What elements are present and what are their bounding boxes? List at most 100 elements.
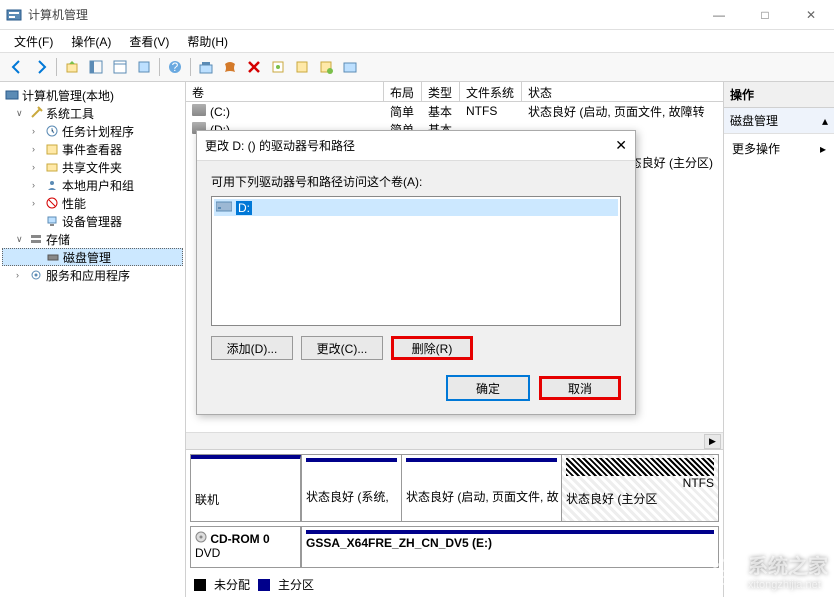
tree-label: 系统工具 — [46, 105, 94, 122]
menu-help[interactable]: 帮助(H) — [179, 31, 236, 52]
storage-icon — [28, 231, 44, 247]
tree-local-users[interactable]: ›本地用户和组 — [2, 176, 183, 194]
tree-label: 服务和应用程序 — [46, 267, 130, 284]
close-button[interactable]: ✕ — [788, 0, 834, 30]
volume-type: 基本 — [422, 103, 460, 120]
navigation-tree[interactable]: 计算机管理(本地) ∨ 系统工具 › 任务计划程序 › 事件查看器 › 共享文件夹 ›… — [0, 82, 186, 597]
expand-icon[interactable]: › — [32, 126, 42, 136]
legend-swatch-unalloc — [194, 579, 206, 591]
settings-button[interactable] — [219, 56, 241, 78]
clock-icon — [44, 123, 60, 139]
col-volume[interactable]: 卷 — [186, 82, 384, 101]
tree-device-manager[interactable]: 设备管理器 — [2, 212, 183, 230]
partition[interactable]: 状态良好 (启动, 页面文件, 故 — [401, 455, 561, 521]
disk-row[interactable]: 联机 状态良好 (系统, 状态良好 (启动, 页面文件, 故 NTFS状态良好 … — [190, 454, 719, 522]
back-button[interactable] — [6, 56, 28, 78]
actions-disk-mgmt[interactable]: 磁盘管理 ▴ — [724, 108, 834, 134]
minimize-button[interactable]: — — [696, 0, 742, 30]
expand-icon[interactable]: › — [32, 198, 42, 208]
dialog-close-button[interactable]: ✕ — [597, 137, 627, 154]
delete-button[interactable] — [243, 56, 265, 78]
col-type[interactable]: 类型 — [422, 82, 460, 101]
scroll-right-button[interactable]: ▶ — [704, 434, 721, 449]
collapse-icon[interactable]: ∨ — [16, 108, 26, 119]
refresh-button[interactable] — [195, 56, 217, 78]
cdrom-partition[interactable]: GSSA_X64FRE_ZH_CN_DV5 (E:) — [301, 527, 718, 567]
remove-button[interactable]: 删除(R) — [391, 336, 473, 360]
add-button[interactable]: 添加(D)... — [211, 336, 293, 360]
disk-icon — [45, 249, 61, 265]
cdrom-info: CD-ROM 0 DVD — [191, 527, 301, 567]
col-layout[interactable]: 布局 — [384, 82, 422, 101]
volume-fs: NTFS — [460, 104, 522, 118]
tree-services[interactable]: › 服务和应用程序 — [2, 266, 183, 284]
cancel-button[interactable]: 取消 — [539, 376, 621, 400]
horizontal-scrollbar[interactable]: ▶ — [186, 432, 723, 449]
volume-status: 状态良好 (启动, 页面文件, 故障转 — [522, 103, 723, 120]
tree-system-tools[interactable]: ∨ 系统工具 — [2, 104, 183, 122]
help-button[interactable]: ? — [164, 56, 186, 78]
cdrom-name: CD-ROM 0 — [210, 532, 269, 546]
ok-button[interactable]: 确定 — [447, 376, 529, 400]
legend-primary: 主分区 — [278, 576, 314, 593]
tree-label: 事件查看器 — [62, 141, 122, 158]
show-hide-tree-button[interactable] — [85, 56, 107, 78]
tree-disk-management[interactable]: 磁盘管理 — [2, 248, 183, 266]
disk-online: 联机 — [195, 491, 296, 508]
tree-root[interactable]: 计算机管理(本地) — [2, 86, 183, 104]
performance-icon — [44, 195, 60, 211]
expand-icon[interactable]: › — [16, 270, 26, 280]
dialog-titlebar[interactable]: 更改 D: () 的驱动器号和路径 ✕ — [197, 131, 635, 161]
tree-task-scheduler[interactable]: › 任务计划程序 — [2, 122, 183, 140]
tree-label: 磁盘管理 — [63, 249, 111, 266]
properties-button[interactable] — [109, 56, 131, 78]
tree-event-viewer[interactable]: › 事件查看器 — [2, 140, 183, 158]
action-button-4[interactable] — [339, 56, 361, 78]
cdrom-row[interactable]: CD-ROM 0 DVD GSSA_X64FRE_ZH_CN_DV5 (E:) — [190, 526, 719, 568]
action-button-3[interactable] — [315, 56, 337, 78]
computer-icon — [4, 87, 20, 103]
expand-icon[interactable]: › — [32, 180, 42, 190]
menu-view[interactable]: 查看(V) — [121, 31, 177, 52]
app-icon — [6, 7, 22, 23]
partition-selected[interactable]: NTFS状态良好 (主分区 — [561, 455, 718, 521]
toolbar: ? — [0, 52, 834, 82]
menu-action[interactable]: 操作(A) — [63, 31, 119, 52]
legend-unalloc: 未分配 — [214, 576, 250, 593]
expand-icon[interactable]: › — [32, 162, 42, 172]
volume-name: (C:) — [210, 105, 230, 119]
change-drive-letter-dialog: 更改 D: () 的驱动器号和路径 ✕ 可用下列驱动器号和路径访问这个卷(A):… — [196, 130, 636, 415]
actions-more[interactable]: 更多操作 ▸ — [724, 134, 834, 163]
device-icon — [44, 213, 60, 229]
tree-label: 设备管理器 — [62, 213, 122, 230]
tools-icon — [28, 105, 44, 121]
list-item[interactable]: D: — [214, 199, 618, 216]
tree-label: 任务计划程序 — [62, 123, 134, 140]
change-button[interactable]: 更改(C)... — [301, 336, 383, 360]
action-button-1[interactable] — [267, 56, 289, 78]
partition[interactable]: 状态良好 (系统, — [301, 455, 401, 521]
action-button-2[interactable] — [291, 56, 313, 78]
disk-info: 联机 — [191, 455, 301, 521]
users-icon — [44, 177, 60, 193]
menu-file[interactable]: 文件(F) — [6, 31, 61, 52]
col-status[interactable]: 状态 — [522, 82, 723, 101]
export-button[interactable] — [133, 56, 155, 78]
window-titlebar: 计算机管理 — □ ✕ — [0, 0, 834, 30]
tree-label: 性能 — [62, 195, 86, 212]
expand-icon[interactable]: › — [32, 144, 42, 154]
tree-label: 共享文件夹 — [62, 159, 122, 176]
tree-shared-folders[interactable]: › 共享文件夹 — [2, 158, 183, 176]
col-fs[interactable]: 文件系统 — [460, 82, 522, 101]
forward-button[interactable] — [30, 56, 52, 78]
chevron-up-icon: ▴ — [822, 114, 828, 128]
tree-storage[interactable]: ∨存储 — [2, 230, 183, 248]
legend-swatch-primary — [258, 579, 270, 591]
up-button[interactable] — [61, 56, 83, 78]
watermark: 系统之家 xitongzhijia.net — [708, 550, 828, 591]
tree-performance[interactable]: › 性能 — [2, 194, 183, 212]
collapse-icon[interactable]: ∨ — [16, 234, 26, 245]
drive-paths-listbox[interactable]: D: — [211, 196, 621, 326]
maximize-button[interactable]: □ — [742, 0, 788, 30]
volume-row[interactable]: (C:) 简单 基本 NTFS 状态良好 (启动, 页面文件, 故障转 — [186, 102, 723, 120]
